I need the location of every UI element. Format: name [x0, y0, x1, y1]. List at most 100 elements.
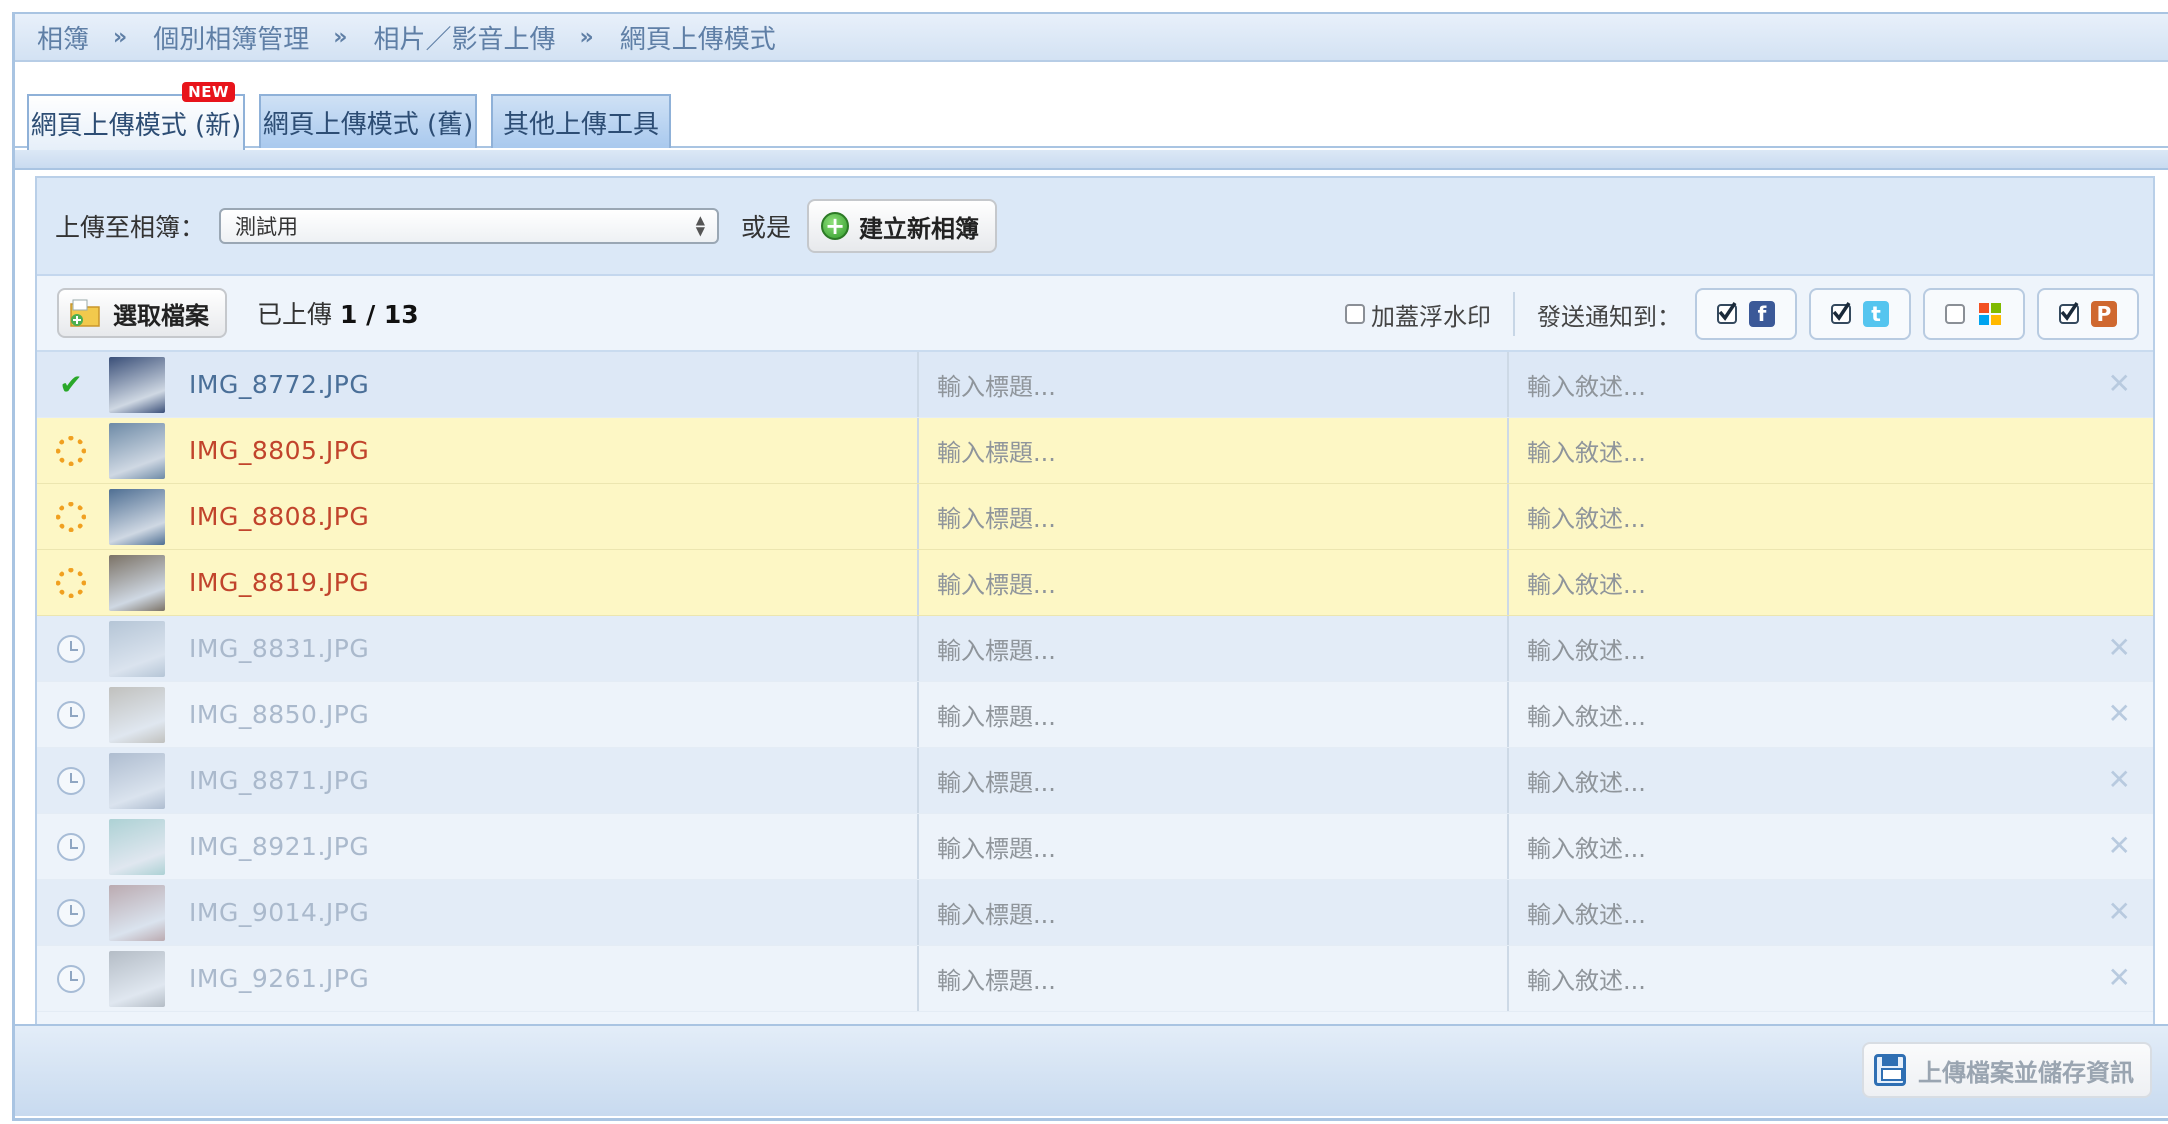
tab-other-tools[interactable]: 其他上傳工具: [491, 94, 671, 148]
file-title-input[interactable]: 輸入標題...: [917, 418, 1507, 483]
create-album-button[interactable]: + 建立新相簿: [807, 199, 998, 253]
file-row: ✔ IMG_8772.JPG 輸入標題... 輸入敘述... ✕: [37, 352, 2153, 418]
new-badge: NEW: [182, 82, 235, 102]
clock-icon: [57, 766, 85, 795]
notify-twitter[interactable]: t: [1809, 288, 1911, 340]
upload-toolbar: 選取檔案 已上傳 1 / 13 加蓋浮水印 發送通知到： f t P: [37, 276, 2153, 352]
status-uploading: [37, 501, 105, 532]
file-row: IMG_8871.JPG 輸入標題... 輸入敘述... ✕: [37, 748, 2153, 814]
create-album-label: 建立新相簿: [859, 214, 980, 243]
notify-windows-live-checkbox[interactable]: [1945, 304, 1965, 324]
remove-file-icon[interactable]: ✕: [2108, 830, 2131, 862]
file-description-input[interactable]: 輸入敘述...: [1507, 616, 2097, 681]
tab-web-upload-old[interactable]: 網頁上傳模式 (舊): [259, 94, 477, 148]
status-pending: [37, 700, 105, 729]
file-description-input[interactable]: 輸入敘述...: [1507, 880, 2097, 945]
notify-plurk[interactable]: P: [2037, 288, 2139, 340]
notify-plurk-checkbox[interactable]: [2059, 302, 2079, 324]
file-thumbnail: [109, 884, 165, 941]
spinner-icon: [56, 567, 86, 598]
breadcrumb-item-albums[interactable]: 相簿: [37, 19, 89, 56]
breadcrumb-separator: »: [579, 24, 594, 50]
file-name: IMG_8808.JPG: [189, 502, 370, 531]
file-description-input[interactable]: 輸入敘述...: [1507, 550, 2097, 615]
divider: [1513, 292, 1515, 336]
file-name: IMG_8831.JPG: [189, 634, 370, 663]
file-description-input[interactable]: 輸入敘述...: [1507, 352, 2097, 417]
file-title-input[interactable]: 輸入標題...: [917, 880, 1507, 945]
file-title-input[interactable]: 輸入標題...: [917, 352, 1507, 417]
remove-file-icon[interactable]: ✕: [2108, 896, 2131, 928]
watermark-checkbox[interactable]: [1345, 304, 1365, 324]
notify-facebook-checkbox[interactable]: [1717, 302, 1737, 324]
spinner-icon: [56, 501, 86, 532]
notify-label: 發送通知到：: [1537, 302, 1681, 331]
clock-icon: [57, 700, 85, 729]
upload-panel: 上傳至相簿： 測試用 ▲ ▼ 或是 + 建立新相簿 選取檔案 已上傳 1 / 1…: [35, 176, 2155, 1026]
album-label: 上傳至相簿：: [55, 213, 206, 242]
file-name: IMG_8805.JPG: [189, 436, 370, 465]
tab-label: 網頁上傳模式 (舊): [262, 109, 474, 140]
status-done: ✔: [37, 370, 105, 399]
uploaded-label: 已上傳: [257, 300, 333, 329]
status-pending: [37, 766, 105, 795]
file-list: ✔ IMG_8772.JPG 輸入標題... 輸入敘述... ✕ IMG_8805.JPG…: [37, 352, 2153, 1012]
file-title-input[interactable]: 輸入標題...: [917, 946, 1507, 1011]
uploaded-counter: 已上傳 1 / 13: [257, 295, 419, 331]
file-row: IMG_8808.JPG輸入標題...輸入敘述...✕: [37, 484, 2153, 550]
status-pending: [37, 964, 105, 993]
album-select[interactable]: 測試用 ▲ ▼: [219, 208, 720, 244]
file-description-input[interactable]: 輸入敘述...: [1507, 946, 2097, 1011]
pick-files-label: 選取檔案: [113, 301, 209, 330]
remove-file-icon[interactable]: ✕: [2108, 632, 2131, 664]
file-title-input[interactable]: 輸入標題...: [917, 484, 1507, 549]
file-title-input[interactable]: 輸入標題...: [917, 616, 1507, 681]
file-description-input[interactable]: 輸入敘述...: [1507, 484, 2097, 549]
file-title-input[interactable]: 輸入標題...: [917, 748, 1507, 813]
breadcrumb-item-album-manage[interactable]: 個別相簿管理: [153, 19, 309, 56]
status-pending: [37, 832, 105, 861]
file-title-input[interactable]: 輸入標題...: [917, 682, 1507, 747]
tab-web-upload-new[interactable]: 網頁上傳模式 (新) NEW: [27, 82, 245, 150]
clock-icon: [57, 832, 85, 861]
notify-facebook[interactable]: f: [1695, 288, 1797, 340]
tab-label: 其他上傳工具: [502, 109, 659, 140]
status-pending: [37, 634, 105, 663]
spinner-icon: [56, 435, 86, 466]
watermark-label: 加蓋浮水印: [1371, 302, 1491, 331]
tab-label: 網頁上傳模式 (新): [30, 110, 242, 141]
file-description-input[interactable]: 輸入敘述...: [1507, 814, 2097, 879]
status-pending: [37, 898, 105, 927]
remove-file-icon[interactable]: ✕: [2108, 368, 2131, 400]
plurk-icon: P: [2091, 301, 2117, 327]
remove-file-icon[interactable]: ✕: [2108, 698, 2131, 730]
file-description-input[interactable]: 輸入敘述...: [1507, 418, 2097, 483]
breadcrumb-item-web-upload: 網頁上傳模式: [619, 24, 776, 55]
watermark-option[interactable]: 加蓋浮水印: [1345, 297, 1491, 332]
remove-file-icon[interactable]: ✕: [2108, 962, 2131, 994]
file-name: IMG_8819.JPG: [189, 568, 370, 597]
upload-page-frame: 相簿 » 個別相簿管理 » 相片／影音上傳 » 網頁上傳模式 網頁上傳模式 (新…: [12, 12, 2168, 1121]
file-title-input[interactable]: 輸入標題...: [917, 550, 1507, 615]
notify-windows-live[interactable]: [1923, 288, 2025, 340]
breadcrumb: 相簿 » 個別相簿管理 » 相片／影音上傳 » 網頁上傳模式: [15, 14, 2168, 62]
file-title-input[interactable]: 輸入標題...: [917, 814, 1507, 879]
file-thumbnail: [109, 356, 165, 413]
bottom-bar: 上傳檔案並儲存資訊: [15, 1024, 2168, 1116]
remove-file-icon[interactable]: ✕: [2108, 764, 2131, 796]
tab-bar: 網頁上傳模式 (新) NEW 網頁上傳模式 (舊) 其他上傳工具: [15, 64, 2168, 150]
file-name: IMG_8850.JPG: [189, 700, 370, 729]
file-description-input[interactable]: 輸入敘述...: [1507, 682, 2097, 747]
breadcrumb-separator: »: [333, 24, 348, 50]
album-select-value: 測試用: [235, 215, 299, 239]
clock-icon: [57, 898, 85, 927]
notify-twitter-checkbox[interactable]: [1831, 302, 1851, 324]
status-uploading: [37, 435, 105, 466]
breadcrumb-item-upload[interactable]: 相片／影音上傳: [373, 19, 555, 56]
breadcrumb-separator: »: [113, 24, 128, 50]
plus-circle-icon: +: [821, 212, 850, 240]
upload-and-save-button[interactable]: 上傳檔案並儲存資訊: [1862, 1042, 2152, 1098]
pick-files-button[interactable]: 選取檔案: [57, 288, 227, 338]
file-thumbnail: [109, 950, 165, 1007]
file-description-input[interactable]: 輸入敘述...: [1507, 748, 2097, 813]
